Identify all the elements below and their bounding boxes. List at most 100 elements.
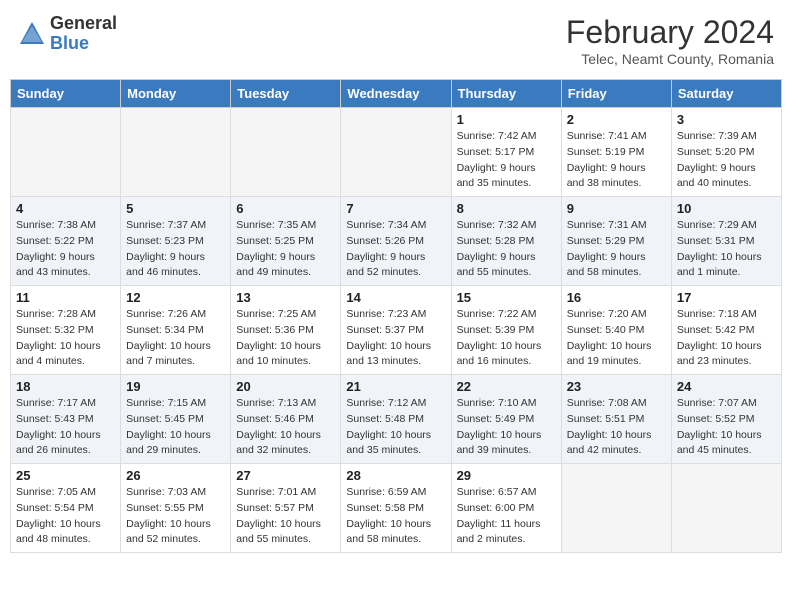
day-number: 3 [677, 112, 776, 127]
day-info: Sunrise: 7:34 AM Sunset: 5:26 PM Dayligh… [346, 218, 445, 281]
day-number: 24 [677, 379, 776, 394]
header-row: Sunday Monday Tuesday Wednesday Thursday… [11, 80, 782, 108]
calendar-week-row: 4Sunrise: 7:38 AM Sunset: 5:22 PM Daylig… [11, 197, 782, 286]
day-number: 25 [16, 468, 115, 483]
day-number: 19 [126, 379, 225, 394]
day-number: 2 [567, 112, 666, 127]
day-info: Sunrise: 7:03 AM Sunset: 5:55 PM Dayligh… [126, 485, 225, 548]
day-info: Sunrise: 7:39 AM Sunset: 5:20 PM Dayligh… [677, 129, 776, 192]
day-number: 28 [346, 468, 445, 483]
day-number: 22 [457, 379, 556, 394]
day-info: Sunrise: 7:17 AM Sunset: 5:43 PM Dayligh… [16, 396, 115, 459]
table-row [561, 464, 671, 553]
table-row: 2 Sunrise: 7:41 AM Sunset: 5:19 PM Daylig… [561, 108, 671, 197]
day-number: 10 [677, 201, 776, 216]
col-friday: Friday [561, 80, 671, 108]
table-row: 15 Sunrise: 7:22 AM Sunset: 5:39 PM Dayli… [451, 286, 561, 375]
col-tuesday: Tuesday [231, 80, 341, 108]
day-info: Sunrise: 7:25 AM Sunset: 5:36 PM Dayligh… [236, 307, 335, 370]
day-number: 8 [457, 201, 556, 216]
table-row: 6 Sunrise: 7:35 AM Sunset: 5:25 PM Daylig… [231, 197, 341, 286]
table-row: 27 Sunrise: 7:01 AM Sunset: 5:57 PM Dayli… [231, 464, 341, 553]
day-info: Sunrise: 7:05 AM Sunset: 5:54 PM Dayligh… [16, 485, 115, 548]
calendar-week-row: 1 Sunrise: 7:42 AM Sunset: 5:17 PM Daylig… [11, 108, 782, 197]
calendar-week-row: 11Sunrise: 7:28 AM Sunset: 5:32 PM Dayli… [11, 286, 782, 375]
table-row: 22Sunrise: 7:10 AM Sunset: 5:49 PM Dayli… [451, 375, 561, 464]
logo-blue-text: Blue [50, 34, 117, 54]
table-row: 1 Sunrise: 7:42 AM Sunset: 5:17 PM Daylig… [451, 108, 561, 197]
day-number: 16 [567, 290, 666, 305]
table-row [231, 108, 341, 197]
day-number: 23 [567, 379, 666, 394]
table-row: 28 Sunrise: 6:59 AM Sunset: 5:58 PM Dayli… [341, 464, 451, 553]
day-number: 6 [236, 201, 335, 216]
day-info: Sunrise: 7:12 AM Sunset: 5:48 PM Dayligh… [346, 396, 445, 459]
calendar-title: February 2024 [566, 14, 774, 51]
table-row: 29 Sunrise: 6:57 AM Sunset: 6:00 PM Dayli… [451, 464, 561, 553]
day-info: Sunrise: 7:35 AM Sunset: 5:25 PM Dayligh… [236, 218, 335, 281]
day-info: Sunrise: 6:57 AM Sunset: 6:00 PM Dayligh… [457, 485, 556, 548]
day-info: Sunrise: 6:59 AM Sunset: 5:58 PM Dayligh… [346, 485, 445, 548]
logo-icon [18, 20, 46, 48]
table-row: 21 Sunrise: 7:12 AM Sunset: 5:48 PM Dayli… [341, 375, 451, 464]
logo: General Blue [18, 14, 117, 54]
table-row: 10 Sunrise: 7:29 AM Sunset: 5:31 PM Dayli… [671, 197, 781, 286]
day-number: 11 [16, 290, 115, 305]
calendar-table: Sunday Monday Tuesday Wednesday Thursday… [10, 79, 782, 553]
day-info: Sunrise: 7:29 AM Sunset: 5:31 PM Dayligh… [677, 218, 776, 281]
day-number: 9 [567, 201, 666, 216]
table-row: 13Sunrise: 7:25 AM Sunset: 5:36 PM Dayli… [231, 286, 341, 375]
day-number: 7 [346, 201, 445, 216]
table-row: 17 Sunrise: 7:18 AM Sunset: 5:42 PM Dayli… [671, 286, 781, 375]
col-thursday: Thursday [451, 80, 561, 108]
table-row: 20Sunrise: 7:13 AM Sunset: 5:46 PM Dayli… [231, 375, 341, 464]
table-row: 24 Sunrise: 7:07 AM Sunset: 5:52 PM Dayli… [671, 375, 781, 464]
calendar-week-row: 18 Sunrise: 7:17 AM Sunset: 5:43 PM Dayli… [11, 375, 782, 464]
logo-text: General Blue [50, 14, 117, 54]
table-row: 16 Sunrise: 7:20 AM Sunset: 5:40 PM Dayli… [561, 286, 671, 375]
day-number: 27 [236, 468, 335, 483]
table-row: 7 Sunrise: 7:34 AM Sunset: 5:26 PM Daylig… [341, 197, 451, 286]
table-row [671, 464, 781, 553]
day-info: Sunrise: 7:22 AM Sunset: 5:39 PM Dayligh… [457, 307, 556, 370]
day-number: 1 [457, 112, 556, 127]
table-row [121, 108, 231, 197]
page-header: General Blue February 2024 Telec, Neamt … [10, 10, 782, 71]
day-info: Sunrise: 7:07 AM Sunset: 5:52 PM Dayligh… [677, 396, 776, 459]
table-row: 4Sunrise: 7:38 AM Sunset: 5:22 PM Daylig… [11, 197, 121, 286]
day-number: 12 [126, 290, 225, 305]
day-info: Sunrise: 7:31 AM Sunset: 5:29 PM Dayligh… [567, 218, 666, 281]
day-number: 20 [236, 379, 335, 394]
day-number: 5 [126, 201, 225, 216]
table-row: 11Sunrise: 7:28 AM Sunset: 5:32 PM Dayli… [11, 286, 121, 375]
day-info: Sunrise: 7:20 AM Sunset: 5:40 PM Dayligh… [567, 307, 666, 370]
calendar-week-row: 25 Sunrise: 7:05 AM Sunset: 5:54 PM Dayli… [11, 464, 782, 553]
table-row: 19Sunrise: 7:15 AM Sunset: 5:45 PM Dayli… [121, 375, 231, 464]
day-info: Sunrise: 7:18 AM Sunset: 5:42 PM Dayligh… [677, 307, 776, 370]
day-info: Sunrise: 7:41 AM Sunset: 5:19 PM Dayligh… [567, 129, 666, 192]
day-info: Sunrise: 7:01 AM Sunset: 5:57 PM Dayligh… [236, 485, 335, 548]
table-row: 12 Sunrise: 7:26 AM Sunset: 5:34 PM Dayli… [121, 286, 231, 375]
table-row: 5Sunrise: 7:37 AM Sunset: 5:23 PM Daylig… [121, 197, 231, 286]
day-info: Sunrise: 7:38 AM Sunset: 5:22 PM Dayligh… [16, 218, 115, 281]
col-sunday: Sunday [11, 80, 121, 108]
title-area: February 2024 Telec, Neamt County, Roman… [566, 14, 774, 67]
day-info: Sunrise: 7:42 AM Sunset: 5:17 PM Dayligh… [457, 129, 556, 192]
day-number: 17 [677, 290, 776, 305]
day-number: 21 [346, 379, 445, 394]
col-wednesday: Wednesday [341, 80, 451, 108]
table-row: 8Sunrise: 7:32 AM Sunset: 5:28 PM Daylig… [451, 197, 561, 286]
col-saturday: Saturday [671, 80, 781, 108]
day-number: 29 [457, 468, 556, 483]
table-row: 25 Sunrise: 7:05 AM Sunset: 5:54 PM Dayli… [11, 464, 121, 553]
table-row: 14Sunrise: 7:23 AM Sunset: 5:37 PM Dayli… [341, 286, 451, 375]
day-info: Sunrise: 7:23 AM Sunset: 5:37 PM Dayligh… [346, 307, 445, 370]
day-info: Sunrise: 7:26 AM Sunset: 5:34 PM Dayligh… [126, 307, 225, 370]
table-row: 9 Sunrise: 7:31 AM Sunset: 5:29 PM Daylig… [561, 197, 671, 286]
day-number: 18 [16, 379, 115, 394]
day-info: Sunrise: 7:08 AM Sunset: 5:51 PM Dayligh… [567, 396, 666, 459]
day-number: 26 [126, 468, 225, 483]
day-number: 15 [457, 290, 556, 305]
table-row [11, 108, 121, 197]
table-row: 18 Sunrise: 7:17 AM Sunset: 5:43 PM Dayli… [11, 375, 121, 464]
